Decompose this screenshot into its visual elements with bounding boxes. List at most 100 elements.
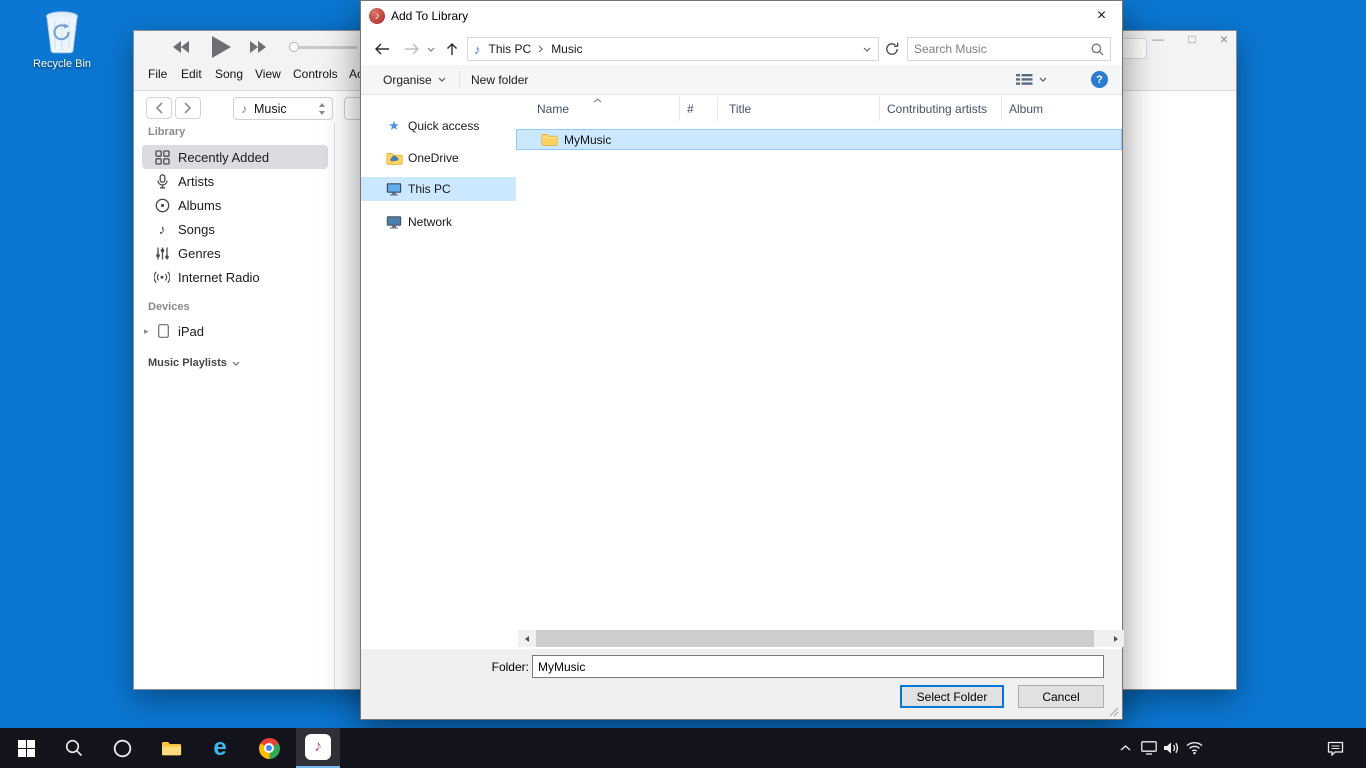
nav-item-this-pc[interactable]: This PC: [361, 177, 516, 201]
column-header-artists[interactable]: Contributing artists: [887, 95, 987, 123]
device-label: iPad: [178, 324, 204, 339]
views-button[interactable]: [1016, 65, 1047, 94]
search-icon: [65, 739, 83, 757]
file-row-mymusic[interactable]: MyMusic: [516, 129, 1122, 150]
action-center-button[interactable]: [1316, 728, 1354, 768]
cortana-button[interactable]: [100, 728, 144, 768]
dialog-close-button[interactable]: ×: [1079, 1, 1124, 31]
address-bar[interactable]: ♪ This PC Music: [467, 37, 879, 61]
itunes-taskbar-button[interactable]: ♪: [296, 728, 340, 768]
itunes-forward-button[interactable]: [175, 97, 201, 119]
file-explorer-icon: [161, 740, 182, 757]
column-header-album[interactable]: Album: [1009, 95, 1043, 123]
folder-name-input[interactable]: [532, 655, 1104, 678]
recent-locations-button[interactable]: [423, 37, 439, 61]
search-icon[interactable]: [1091, 43, 1104, 56]
nav-item-label: OneDrive: [408, 151, 459, 165]
new-folder-button[interactable]: New folder: [471, 65, 528, 94]
column-header-title[interactable]: Title: [729, 95, 751, 123]
hidden-icons-button[interactable]: [1112, 728, 1138, 768]
menu-file[interactable]: File: [148, 67, 167, 81]
rewind-icon: [172, 40, 190, 54]
itunes-close-button[interactable]: ×: [1214, 31, 1234, 47]
sidebar-item-label: Internet Radio: [178, 270, 260, 285]
itunes-minimize-button[interactable]: —: [1148, 31, 1168, 47]
chevron-right-icon: [184, 102, 192, 114]
album-disc-icon: [152, 198, 172, 213]
back-button[interactable]: [371, 37, 393, 61]
chrome-button[interactable]: [247, 728, 291, 768]
rewind-button[interactable]: [172, 40, 190, 59]
music-playlists-header[interactable]: Music Playlists: [148, 357, 240, 369]
list-view-icon: [1016, 73, 1033, 86]
column-divider: [717, 97, 718, 121]
sidebar-item-albums[interactable]: Albums: [142, 193, 328, 217]
cancel-button[interactable]: Cancel: [1018, 685, 1104, 708]
scroll-left-button[interactable]: [518, 630, 535, 647]
resize-grip[interactable]: [1109, 707, 1119, 717]
breadcrumb-this-pc[interactable]: This PC: [489, 42, 532, 56]
itunes-maximize-button[interactable]: □: [1182, 31, 1202, 47]
refresh-button[interactable]: [881, 37, 903, 61]
sidebar-item-songs[interactable]: ♪ Songs: [142, 217, 328, 241]
nav-item-label: Quick access: [408, 119, 479, 133]
network-icon: [385, 215, 403, 229]
menu-edit[interactable]: Edit: [181, 67, 202, 81]
recycle-bin-shortcut[interactable]: Recycle Bin: [22, 8, 102, 70]
file-explorer-button[interactable]: [149, 728, 193, 768]
scrollbar-thumb[interactable]: [536, 630, 1094, 647]
sidebar-item-internet-radio[interactable]: Internet Radio: [142, 265, 328, 289]
itunes-back-button[interactable]: [146, 97, 172, 119]
column-header-name[interactable]: Name: [537, 95, 569, 123]
scroll-right-icon: [1113, 635, 1119, 643]
disclosure-triangle-icon[interactable]: ▸: [144, 326, 154, 337]
nav-item-label: Network: [408, 215, 452, 229]
menu-song[interactable]: Song: [215, 67, 243, 81]
cortana-circle-icon: [113, 739, 132, 758]
scroll-right-button[interactable]: [1107, 630, 1124, 647]
horizontal-scrollbar[interactable]: [518, 630, 1124, 647]
add-to-library-dialog: ♪ Add To Library × ♪ This PC Music: [360, 0, 1123, 720]
recycle-bin-label: Recycle Bin: [22, 58, 102, 70]
sidebar-item-label: Genres: [178, 246, 221, 261]
column-divider: [679, 97, 680, 121]
sidebar-item-genres[interactable]: Genres: [142, 241, 328, 265]
this-pc-icon: [385, 182, 403, 196]
search-box: [907, 37, 1111, 61]
internet-explorer-button[interactable]: e: [198, 728, 242, 768]
menu-view[interactable]: View: [255, 67, 281, 81]
help-button[interactable]: ?: [1091, 71, 1108, 88]
volume-tray-icon[interactable]: [1160, 728, 1182, 768]
select-folder-button[interactable]: Select Folder: [900, 685, 1004, 708]
sidebar-item-label: Recently Added: [178, 150, 269, 165]
nav-item-quick-access[interactable]: ★ Quick access: [361, 114, 516, 138]
network-tray-icon[interactable]: [1183, 728, 1205, 768]
address-dropdown-icon[interactable]: [863, 47, 871, 52]
media-kind-picker[interactable]: ♪ Music: [233, 97, 333, 120]
taskbar-search-button[interactable]: [52, 728, 96, 768]
nav-item-network[interactable]: Network: [361, 210, 516, 234]
stepper-icon: [318, 102, 326, 116]
breadcrumb-music[interactable]: Music: [551, 42, 582, 56]
organise-button[interactable]: Organise: [383, 65, 446, 94]
sidebar-item-recently-added[interactable]: Recently Added: [142, 145, 328, 169]
playlists-header-label: Music Playlists: [148, 357, 227, 369]
menu-controls[interactable]: Controls: [293, 67, 338, 81]
column-header-number[interactable]: #: [687, 95, 694, 123]
file-name: MyMusic: [564, 133, 611, 147]
volume-slider[interactable]: [291, 46, 357, 49]
sidebar-item-ipad[interactable]: ▸ iPad: [142, 319, 328, 343]
fast-forward-button[interactable]: [249, 40, 267, 59]
nav-item-onedrive[interactable]: OneDrive: [361, 146, 516, 170]
search-input[interactable]: [908, 41, 1091, 57]
start-button[interactable]: [4, 728, 48, 768]
chevron-down-icon: [438, 77, 446, 82]
action-center-icon: [1327, 741, 1344, 756]
play-button[interactable]: [210, 35, 232, 64]
display-tray-icon[interactable]: [1138, 728, 1160, 768]
forward-button[interactable]: [401, 37, 423, 61]
volume-slider-knob[interactable]: [289, 42, 299, 52]
up-button[interactable]: [441, 37, 463, 61]
sidebar-item-artists[interactable]: Artists: [142, 169, 328, 193]
chevron-down-icon: [427, 47, 435, 52]
